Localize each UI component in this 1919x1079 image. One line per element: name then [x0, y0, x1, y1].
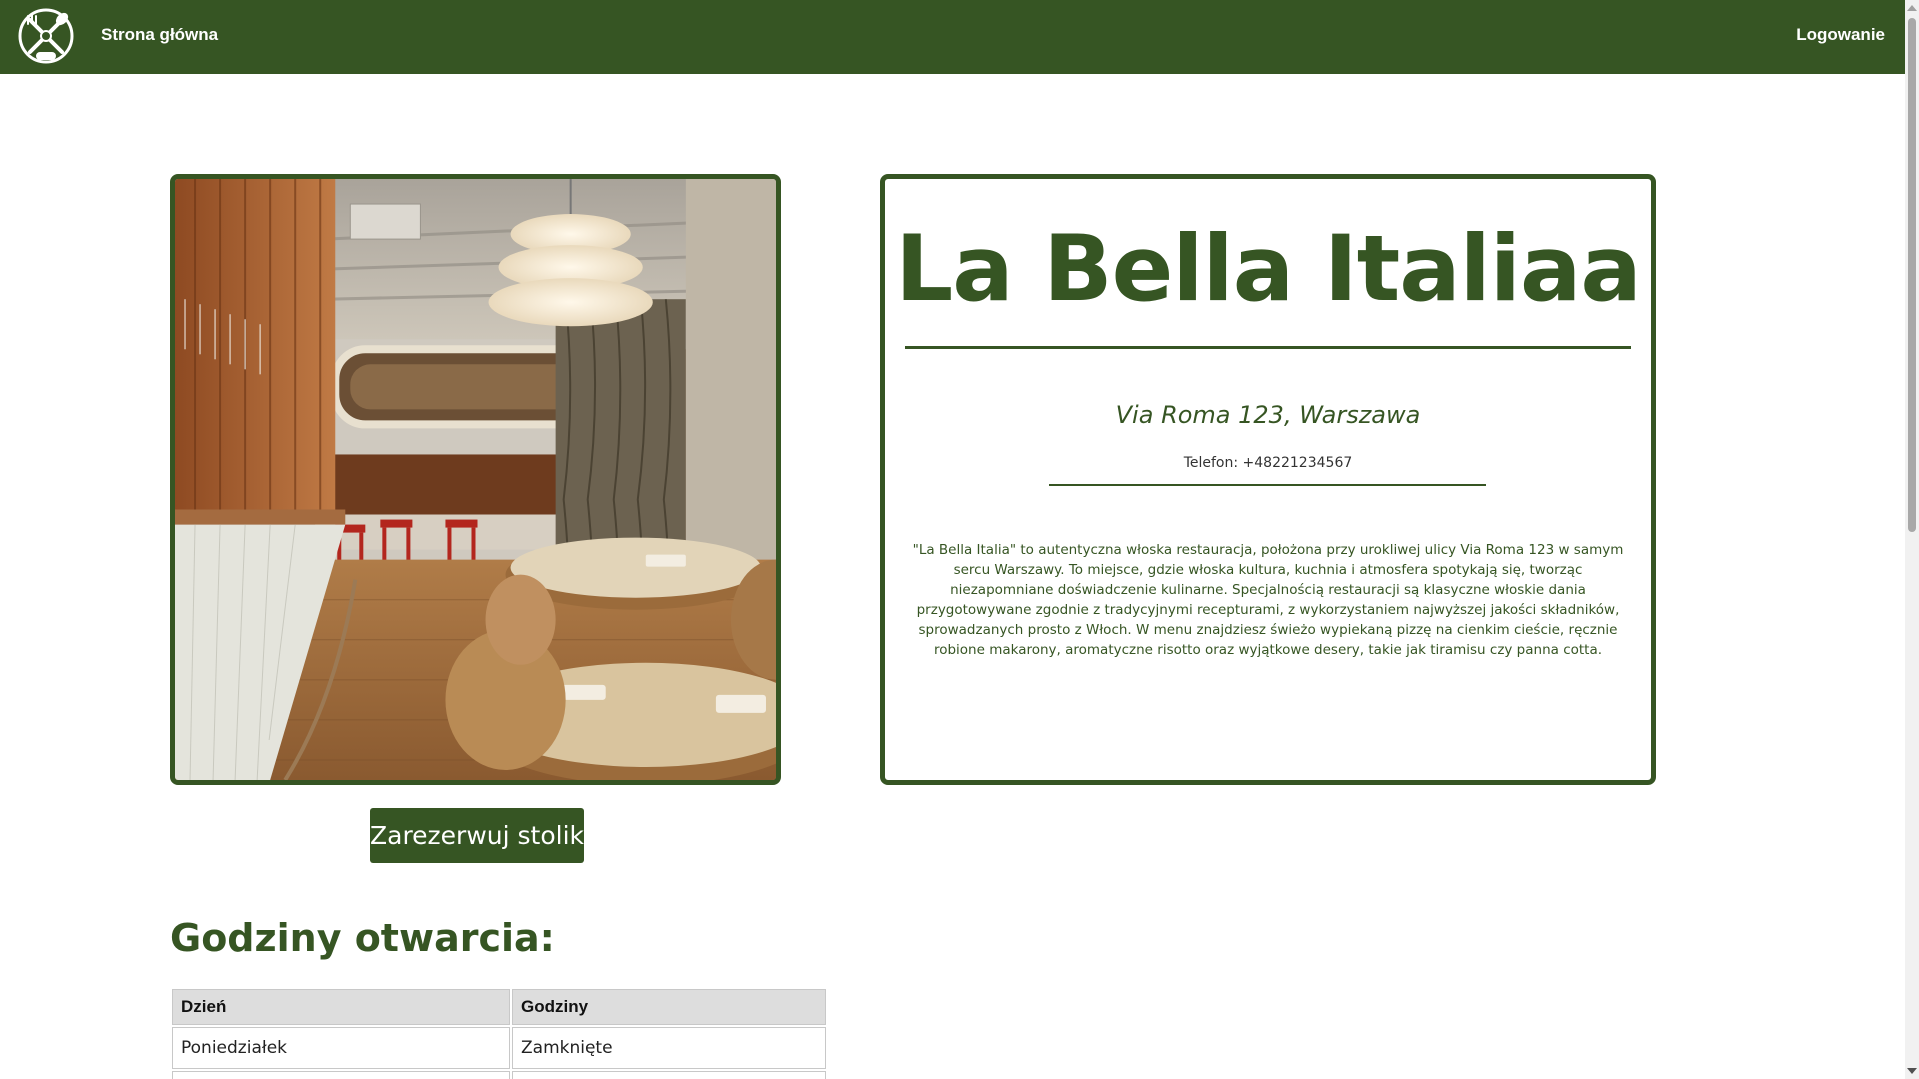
vertical-scrollbar[interactable] [1905, 0, 1919, 1079]
contact-divider [1049, 484, 1486, 486]
restaurant-name: La Bella Italiaa [895, 217, 1642, 322]
restaurant-phone: Telefon: +48221234567 [1183, 455, 1353, 471]
scroll-down-arrow-icon[interactable] [1907, 1068, 1917, 1074]
name-divider [905, 346, 1631, 349]
header-hours: Godziny [512, 989, 826, 1025]
table-row: Poniedziałek Zamknięte [172, 1027, 826, 1069]
restaurant-description: "La Bella Italia" to autentyczna włoska … [912, 542, 1624, 658]
hours-cell: Zamknięte [512, 1027, 826, 1069]
opening-hours-title: Godziny otwarcia: [170, 916, 555, 960]
table-header-row: Dzień Godziny [172, 989, 826, 1025]
scroll-up-arrow-icon[interactable] [1907, 5, 1917, 11]
reserve-table-button[interactable]: Zarezerwuj stolik [370, 808, 584, 863]
table-row [172, 1071, 826, 1079]
crossed-utensils-logo-icon[interactable] [18, 8, 74, 64]
top-navbar: Strona główna Logowanie [0, 0, 1905, 74]
restaurant-address: Via Roma 123, Warszawa [1115, 401, 1421, 429]
page: Strona główna Logowanie Zarezerwuj stoli… [0, 0, 1919, 1079]
header-day: Dzień [172, 989, 510, 1025]
nav-login-link[interactable]: Logowanie [1796, 25, 1885, 45]
day-cell [172, 1071, 510, 1079]
restaurant-photo [170, 174, 781, 785]
restaurant-interior-image [175, 179, 776, 780]
nav-home-link[interactable]: Strona główna [101, 25, 218, 45]
day-cell: Poniedziałek [172, 1027, 510, 1069]
scrollbar-thumb[interactable] [1908, 18, 1916, 532]
hours-cell [512, 1071, 826, 1079]
opening-hours-table: Dzień Godziny Poniedziałek Zamknięte [170, 987, 828, 1079]
restaurant-info-card: La Bella Italiaa Via Roma 123, Warszawa … [880, 174, 1656, 785]
